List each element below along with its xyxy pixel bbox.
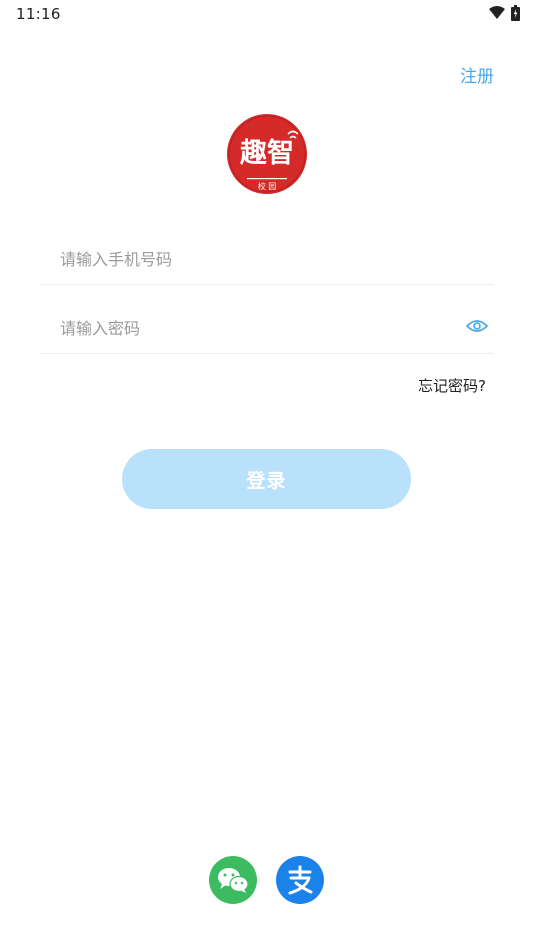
password-field (40, 301, 494, 354)
alipay-login-button[interactable] (276, 856, 324, 904)
alipay-icon (288, 865, 313, 895)
logo-sub-text: 校 园 (258, 181, 277, 191)
status-time: 11:16 (16, 5, 61, 23)
password-input[interactable] (60, 311, 440, 345)
register-link[interactable]: 注册 (460, 62, 494, 87)
status-icons (489, 5, 520, 21)
status-bar: 11:16 (0, 0, 534, 28)
wifi-icon (489, 6, 505, 19)
phone-field (40, 232, 494, 285)
eye-icon[interactable] (466, 318, 488, 334)
battery-icon (511, 5, 520, 21)
wechat-icon (218, 868, 249, 893)
forgot-password-link[interactable]: 忘记密码? (418, 375, 486, 396)
phone-input[interactable] (60, 242, 440, 276)
app-logo: 趣智 校 园 (227, 114, 307, 194)
logo-main-text: 趣智 (239, 138, 294, 169)
login-button[interactable]: 登录 (122, 449, 411, 509)
wechat-login-button[interactable] (209, 856, 257, 904)
